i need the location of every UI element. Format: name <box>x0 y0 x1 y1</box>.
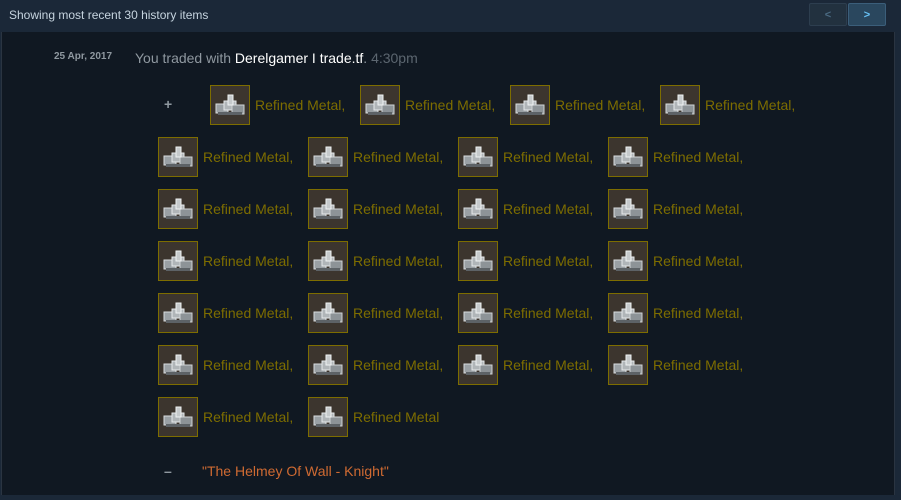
received-item[interactable]: Refined Metal, <box>608 344 743 386</box>
received-item[interactable]: Refined Metal, <box>660 84 795 126</box>
refined-metal-icon[interactable] <box>660 85 700 125</box>
refined-metal-icon[interactable] <box>608 241 648 281</box>
received-item[interactable]: Refined Metal, <box>608 136 743 178</box>
received-item-name[interactable]: Refined Metal, <box>653 357 743 373</box>
received-item-name[interactable]: Refined Metal, <box>353 253 443 269</box>
refined-metal-icon[interactable] <box>608 345 648 385</box>
trade-separator: . <box>363 50 368 66</box>
received-item-name[interactable]: Refined Metal, <box>555 97 645 113</box>
received-item-name[interactable]: Refined Metal, <box>405 97 495 113</box>
refined-metal-icon[interactable] <box>210 85 250 125</box>
received-item-name[interactable]: Refined Metal, <box>653 305 743 321</box>
lost-sign: – <box>164 463 172 479</box>
refined-metal-icon[interactable] <box>158 137 198 177</box>
refined-metal-icon[interactable] <box>458 241 498 281</box>
received-item[interactable]: Refined Metal, <box>210 84 345 126</box>
received-item[interactable]: Refined Metal, <box>458 136 593 178</box>
received-item-name[interactable]: Refined Metal, <box>705 97 795 113</box>
received-item[interactable]: Refined Metal, <box>308 240 443 282</box>
trade-partner-link[interactable]: Derelgamer I trade.tf <box>235 50 363 66</box>
received-item-name[interactable]: Refined Metal, <box>653 201 743 217</box>
refined-metal-icon[interactable] <box>360 85 400 125</box>
refined-metal-icon[interactable] <box>308 189 348 229</box>
refined-metal-icon[interactable] <box>308 137 348 177</box>
received-item[interactable]: Refined Metal, <box>158 136 293 178</box>
refined-metal-icon[interactable] <box>308 397 348 437</box>
received-item-name[interactable]: Refined Metal <box>353 409 439 425</box>
received-item[interactable]: Refined Metal, <box>158 240 293 282</box>
refined-metal-icon[interactable] <box>458 345 498 385</box>
received-item[interactable]: Refined Metal <box>308 396 439 438</box>
refined-metal-icon[interactable] <box>458 137 498 177</box>
received-item[interactable]: Refined Metal, <box>308 188 443 230</box>
received-item-name[interactable]: Refined Metal, <box>503 305 593 321</box>
refined-metal-icon[interactable] <box>458 189 498 229</box>
received-item[interactable]: Refined Metal, <box>458 240 593 282</box>
received-item-name[interactable]: Refined Metal, <box>353 149 443 165</box>
received-item[interactable]: Refined Metal, <box>308 344 443 386</box>
received-item-name[interactable]: Refined Metal, <box>203 149 293 165</box>
received-item[interactable]: Refined Metal, <box>608 240 743 282</box>
gained-sign: + <box>164 96 173 112</box>
trade-prefix: You traded with <box>135 50 235 66</box>
lost-item-name[interactable]: "The Helmey Of Wall - Knight" <box>202 463 389 479</box>
received-item-name[interactable]: Refined Metal, <box>503 201 593 217</box>
trade-time: 4:30pm <box>371 50 418 66</box>
received-item[interactable]: Refined Metal, <box>158 188 293 230</box>
received-item[interactable]: Refined Metal, <box>510 84 645 126</box>
refined-metal-icon[interactable] <box>158 293 198 333</box>
received-item-name[interactable]: Refined Metal, <box>503 253 593 269</box>
refined-metal-icon[interactable] <box>158 397 198 437</box>
received-item[interactable]: Refined Metal, <box>308 136 443 178</box>
refined-metal-icon[interactable] <box>158 345 198 385</box>
received-item-name[interactable]: Refined Metal, <box>203 357 293 373</box>
received-item[interactable]: Refined Metal, <box>458 344 593 386</box>
trade-description: You traded with Derelgamer I trade.tf. 4… <box>135 50 418 66</box>
received-item[interactable]: Refined Metal, <box>158 344 293 386</box>
refined-metal-icon[interactable] <box>158 241 198 281</box>
next-page-button[interactable]: > <box>848 3 886 26</box>
trade-date: 25 Apr, 2017 <box>54 51 113 62</box>
refined-metal-icon[interactable] <box>308 293 348 333</box>
received-item-name[interactable]: Refined Metal, <box>353 305 443 321</box>
received-item-name[interactable]: Refined Metal, <box>653 149 743 165</box>
received-item[interactable]: Refined Metal, <box>608 188 743 230</box>
prev-page-button[interactable]: < <box>809 3 847 26</box>
refined-metal-icon[interactable] <box>158 189 198 229</box>
received-item[interactable]: Refined Metal, <box>308 292 443 334</box>
refined-metal-icon[interactable] <box>608 293 648 333</box>
received-item[interactable]: Refined Metal, <box>458 292 593 334</box>
received-item[interactable]: Refined Metal, <box>608 292 743 334</box>
received-item[interactable]: Refined Metal, <box>458 188 593 230</box>
received-item-name[interactable]: Refined Metal, <box>503 149 593 165</box>
refined-metal-icon[interactable] <box>308 241 348 281</box>
received-item[interactable]: Refined Metal, <box>158 292 293 334</box>
received-item-name[interactable]: Refined Metal, <box>203 253 293 269</box>
refined-metal-icon[interactable] <box>608 137 648 177</box>
refined-metal-icon[interactable] <box>608 189 648 229</box>
received-item-name[interactable]: Refined Metal, <box>353 201 443 217</box>
received-item-name[interactable]: Refined Metal, <box>255 97 345 113</box>
history-header: Showing most recent 30 history items < > <box>0 0 901 30</box>
received-item[interactable]: Refined Metal, <box>360 84 495 126</box>
refined-metal-icon[interactable] <box>510 85 550 125</box>
history-count-label: Showing most recent 30 history items <box>9 8 209 22</box>
received-item-name[interactable]: Refined Metal, <box>353 357 443 373</box>
received-item-name[interactable]: Refined Metal, <box>653 253 743 269</box>
received-item-name[interactable]: Refined Metal, <box>203 201 293 217</box>
received-item-name[interactable]: Refined Metal, <box>203 305 293 321</box>
received-item-name[interactable]: Refined Metal, <box>503 357 593 373</box>
received-item-name[interactable]: Refined Metal, <box>203 409 293 425</box>
panel-bottom <box>0 495 901 500</box>
refined-metal-icon[interactable] <box>308 345 348 385</box>
received-item[interactable]: Refined Metal, <box>158 396 293 438</box>
refined-metal-icon[interactable] <box>458 293 498 333</box>
